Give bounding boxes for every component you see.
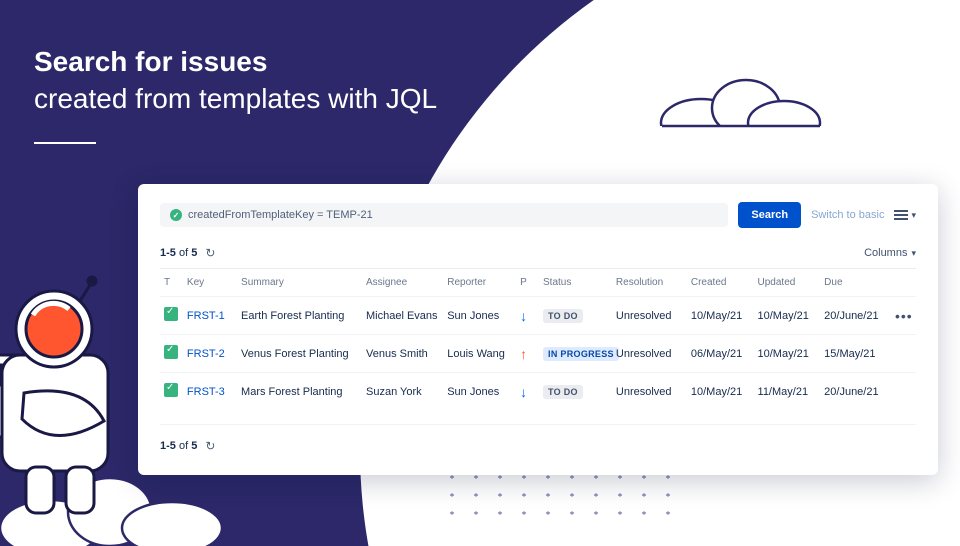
cell-created: 10/May/21 (687, 297, 754, 335)
priority-icon: ↓ (520, 384, 527, 400)
refresh-icon[interactable]: ↻ (205, 439, 215, 453)
columns-label: Columns (864, 247, 907, 259)
cell-created: 10/May/21 (687, 373, 754, 411)
table-header-row: T Key Summary Assignee Reporter P Status… (160, 269, 916, 297)
priority-icon: ↓ (520, 308, 527, 324)
count-range: 1-5 (160, 247, 176, 259)
col-type[interactable]: T (160, 269, 183, 297)
hero-subtitle: created from templates with JQL (34, 81, 437, 116)
cell-due: 20/June/21 (820, 373, 891, 411)
col-key[interactable]: Key (183, 269, 237, 297)
search-button[interactable]: Search (738, 202, 801, 228)
jql-input[interactable]: ✓ createdFromTemplateKey = TEMP-21 (160, 203, 728, 227)
priority-icon: ↑ (520, 346, 527, 362)
cell-resolution: Unresolved (612, 297, 687, 335)
issues-table: T Key Summary Assignee Reporter P Status… (160, 268, 916, 410)
col-status[interactable]: Status (539, 269, 612, 297)
cell-summary[interactable]: Venus Forest Planting (237, 335, 362, 373)
col-due[interactable]: Due (820, 269, 891, 297)
cell-summary[interactable]: Mars Forest Planting (237, 373, 362, 411)
astronaut-illustration (0, 265, 140, 525)
jql-valid-icon: ✓ (170, 209, 182, 221)
col-summary[interactable]: Summary (237, 269, 362, 297)
cell-created: 06/May/21 (687, 335, 754, 373)
col-resolution[interactable]: Resolution (612, 269, 687, 297)
status-lozenge: TO DO (543, 309, 583, 323)
cell-updated: 11/May/21 (754, 373, 821, 411)
count-total: 5 (191, 440, 197, 452)
results-meta-bottom: 1-5 of 5 ↻ (160, 424, 916, 453)
results-meta-top: 1-5 of 5 ↻ Columns ▾ (160, 246, 916, 260)
refresh-icon[interactable]: ↻ (205, 246, 215, 260)
list-view-icon (894, 210, 908, 220)
count-range: 1-5 (160, 440, 176, 452)
cell-due: 15/May/21 (820, 335, 891, 373)
row-actions[interactable] (891, 335, 916, 373)
status-lozenge: IN PROGRESS (543, 347, 619, 361)
cell-due: 20/June/21 (820, 297, 891, 335)
issues-panel: ✓ createdFromTemplateKey = TEMP-21 Searc… (138, 184, 938, 475)
col-assignee[interactable]: Assignee (362, 269, 443, 297)
status-lozenge: TO DO (543, 385, 583, 399)
issue-type-icon (164, 345, 178, 359)
filter-row: ✓ createdFromTemplateKey = TEMP-21 Searc… (160, 202, 916, 228)
cell-updated: 10/May/21 (754, 335, 821, 373)
row-actions[interactable]: ••• (891, 297, 916, 335)
cell-key[interactable]: FRST-2 (183, 335, 237, 373)
cell-reporter: Sun Jones (443, 297, 516, 335)
row-actions[interactable] (891, 373, 916, 411)
hero-title: Search for issues (34, 44, 437, 79)
hero: Search for issues created from templates… (34, 44, 437, 144)
cloud-decoration (656, 68, 826, 150)
table-row[interactable]: FRST-2Venus Forest PlantingVenus SmithLo… (160, 335, 916, 373)
table-row[interactable]: FRST-3Mars Forest PlantingSuzan YorkSun … (160, 373, 916, 411)
cell-updated: 10/May/21 (754, 297, 821, 335)
cell-assignee: Michael Evans (362, 297, 443, 335)
table-row[interactable]: FRST-1Earth Forest PlantingMichael Evans… (160, 297, 916, 335)
issue-type-icon (164, 307, 178, 321)
chevron-down-icon: ▾ (911, 248, 916, 259)
cell-assignee: Suzan York (362, 373, 443, 411)
cell-summary[interactable]: Earth Forest Planting (237, 297, 362, 335)
chevron-down-icon: ▾ (911, 210, 916, 221)
cell-key[interactable]: FRST-1 (183, 297, 237, 335)
cell-assignee: Venus Smith (362, 335, 443, 373)
cell-resolution: Unresolved (612, 335, 687, 373)
issue-type-icon (164, 383, 178, 397)
cell-resolution: Unresolved (612, 373, 687, 411)
col-updated[interactable]: Updated (754, 269, 821, 297)
cell-key[interactable]: FRST-3 (183, 373, 237, 411)
col-priority[interactable]: P (516, 269, 539, 297)
results-count: 1-5 of 5 ↻ (160, 246, 215, 260)
col-created[interactable]: Created (687, 269, 754, 297)
col-reporter[interactable]: Reporter (443, 269, 516, 297)
view-toggle[interactable]: ▾ (894, 210, 916, 221)
count-of: of (179, 440, 188, 452)
jql-query-text: createdFromTemplateKey = TEMP-21 (188, 209, 373, 221)
hero-rule (34, 142, 96, 144)
cell-reporter: Sun Jones (443, 373, 516, 411)
columns-button[interactable]: Columns ▾ (864, 247, 916, 259)
count-total: 5 (191, 247, 197, 259)
switch-to-basic-link[interactable]: Switch to basic (811, 209, 884, 221)
count-of: of (179, 247, 188, 259)
cell-reporter: Louis Wang (443, 335, 516, 373)
